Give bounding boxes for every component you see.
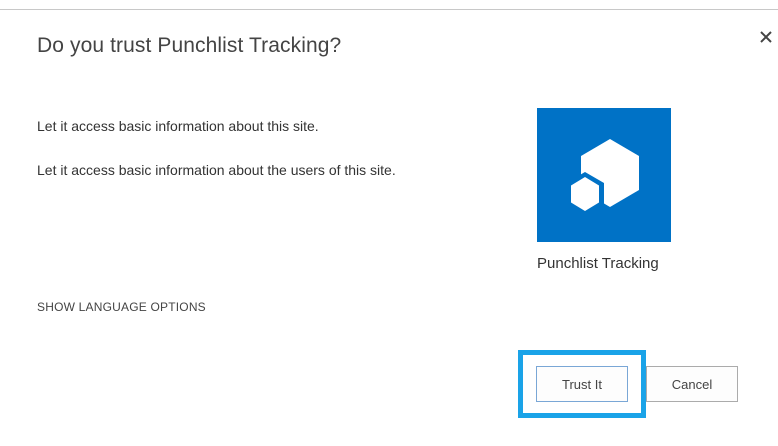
app-name: Punchlist Tracking xyxy=(537,255,659,272)
show-language-options-link[interactable]: SHOW LANGUAGE OPTIONS xyxy=(37,300,206,314)
trust-it-button[interactable]: Trust It xyxy=(536,366,628,402)
close-button[interactable] xyxy=(757,28,777,48)
dialog-title: Do you trust Punchlist Tracking? xyxy=(37,34,342,57)
app-hexagon-icon xyxy=(566,139,639,216)
permission-site-info: Let it access basic information about th… xyxy=(37,118,319,134)
cancel-button[interactable]: Cancel xyxy=(646,366,738,402)
dialog-top-border xyxy=(0,9,778,10)
close-icon xyxy=(760,31,772,43)
permission-user-info: Let it access basic information about th… xyxy=(37,162,396,178)
app-icon-tile xyxy=(537,108,671,242)
trust-dialog: Do you trust Punchlist Tracking? Let it … xyxy=(0,0,778,446)
